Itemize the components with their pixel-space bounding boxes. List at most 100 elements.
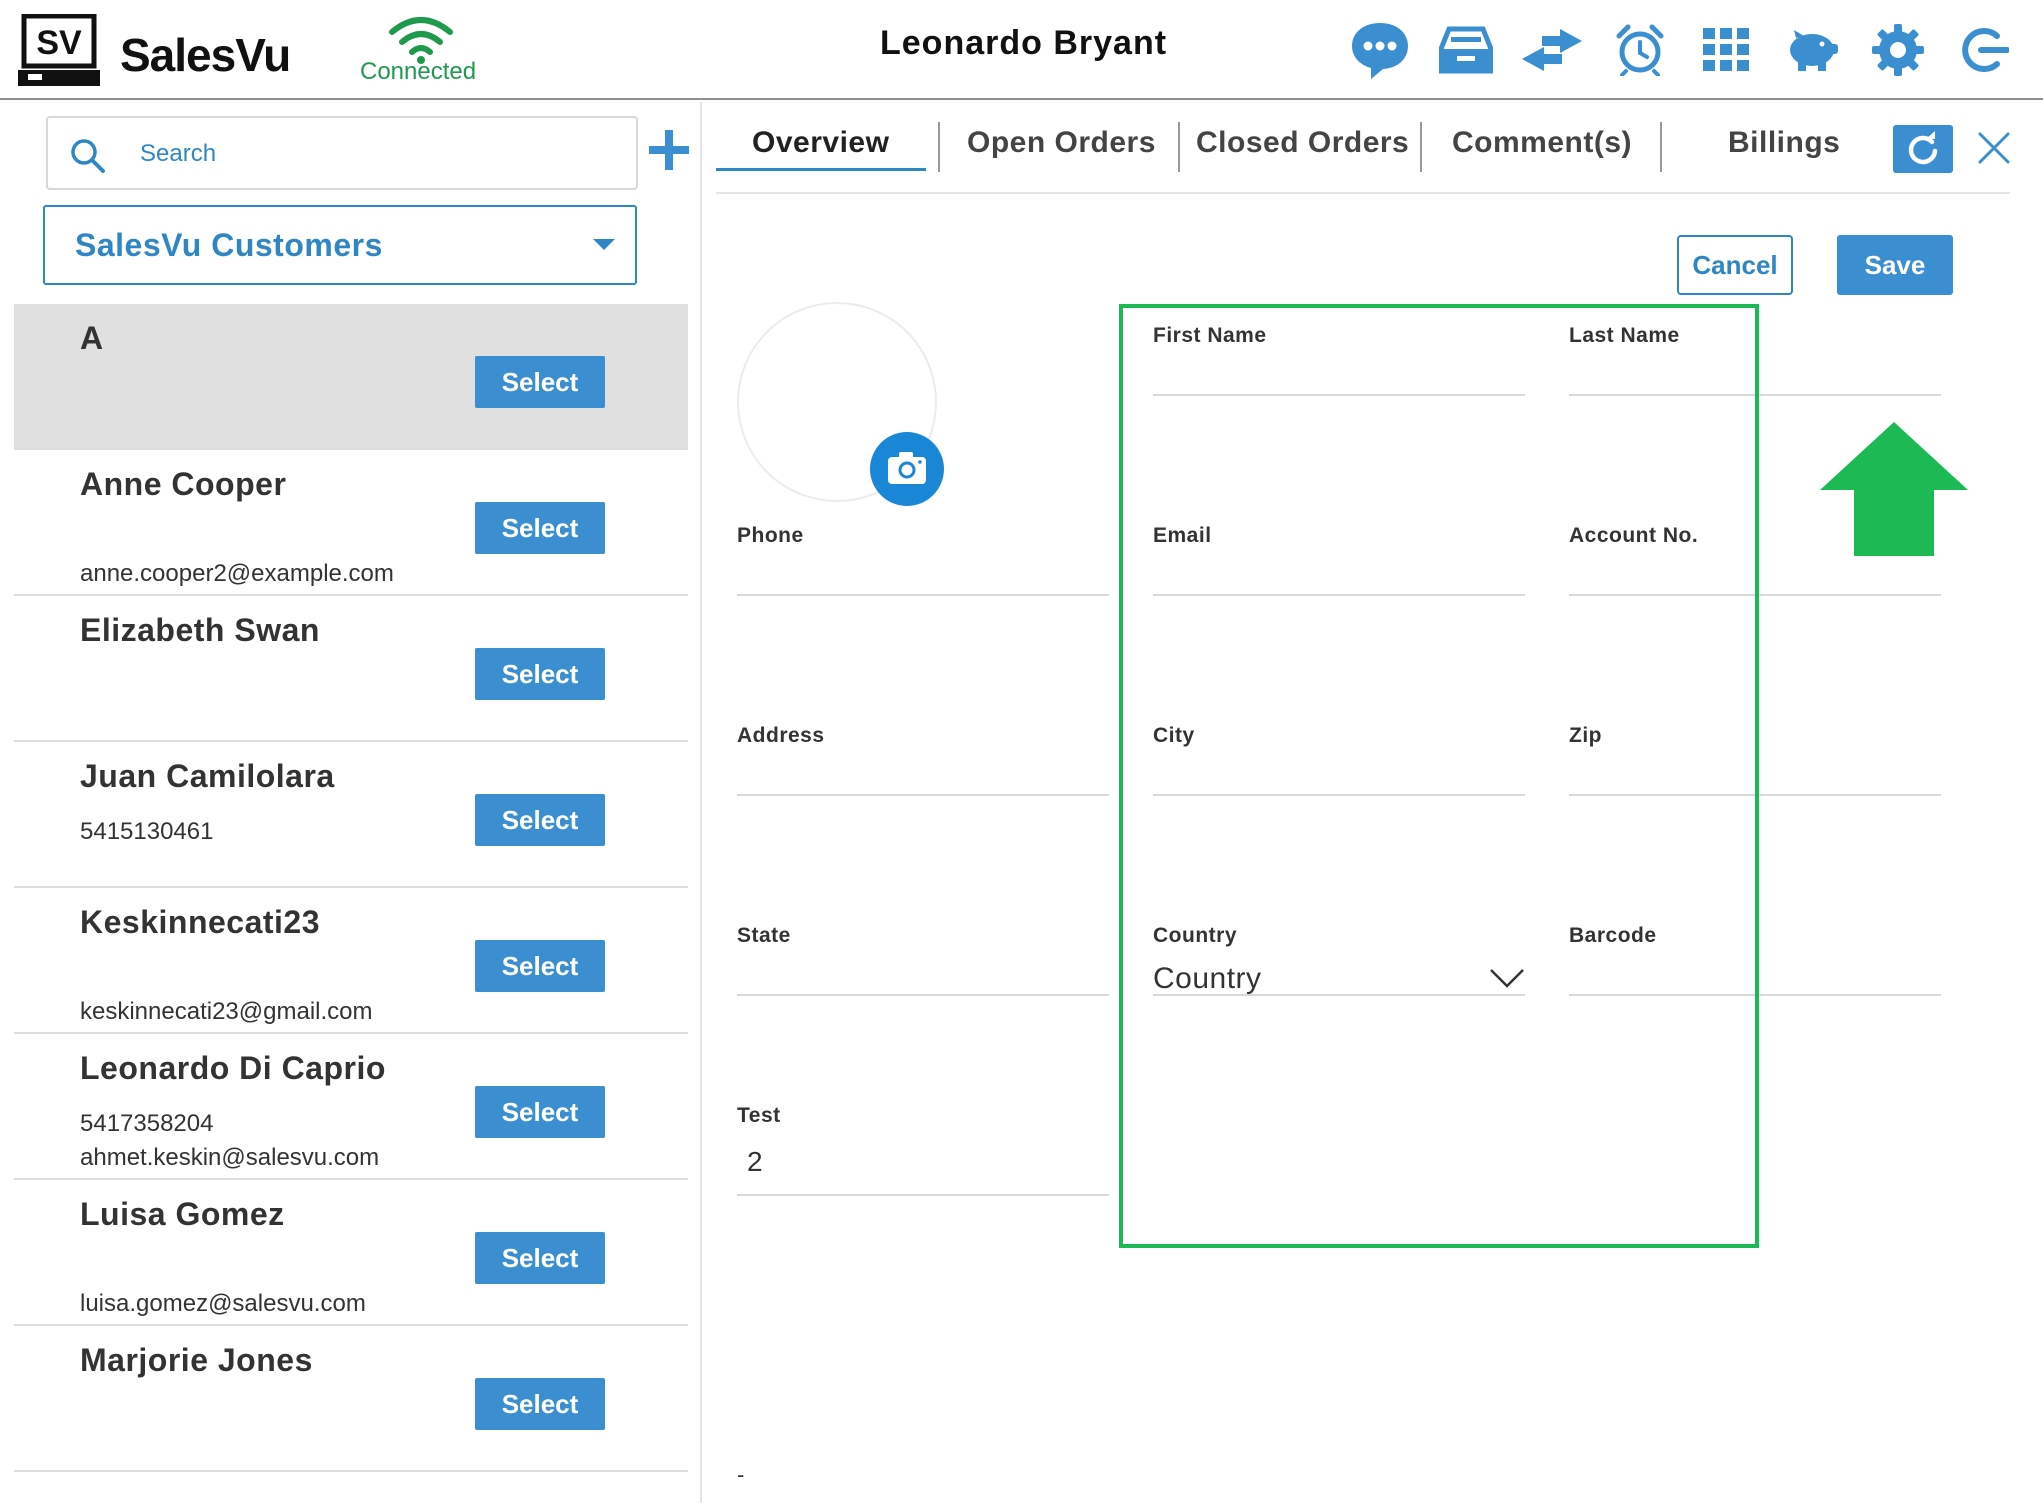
camera-icon [888, 452, 926, 484]
customer-row[interactable]: A Select [14, 304, 688, 450]
tab-comments[interactable]: Comment(s) [1452, 126, 1632, 160]
email-field[interactable]: Email [1153, 524, 1525, 596]
logout-button[interactable] [1952, 18, 2016, 82]
tab-bar: Overview Open Orders Closed Orders Comme… [716, 112, 2010, 194]
tab-separator [1660, 122, 1662, 172]
transfer-icon [1522, 29, 1582, 71]
customer-name: Keskinnecati23 [80, 904, 321, 940]
select-button[interactable]: Select [475, 1086, 605, 1138]
add-customer-button[interactable] [648, 124, 690, 176]
phone-label: Phone [737, 524, 804, 547]
account-no-label: Account No. [1569, 524, 1699, 547]
refresh-icon [1908, 131, 1938, 165]
select-button[interactable]: Select [475, 502, 605, 554]
app-header: SV SalesVu Connected Leonardo Bryant [0, 0, 2043, 100]
customer-row[interactable]: Anne Cooper anne.cooper2@example.com Sel… [14, 450, 688, 596]
zip-label: Zip [1569, 724, 1602, 747]
grid-icon [1703, 28, 1749, 71]
first-name-field[interactable]: First Name [1153, 324, 1525, 396]
salesvu-logo: SV [18, 14, 100, 86]
address-field[interactable]: Address [737, 724, 1109, 796]
customer-list: A Select Anne Cooper anne.cooper2@exampl… [14, 304, 688, 1472]
phone-field[interactable]: Phone [737, 524, 1109, 596]
connection-status: Connected [360, 58, 477, 85]
customer-name: A [80, 320, 104, 356]
logo-text: SV [36, 24, 82, 62]
select-button[interactable]: Select [475, 1378, 605, 1430]
state-field[interactable]: State [737, 924, 1109, 996]
search-box [46, 116, 638, 190]
select-button[interactable]: Select [475, 648, 605, 700]
logout-icon [1962, 28, 2009, 72]
tab-closed-orders[interactable]: Closed Orders [1196, 126, 1409, 160]
address-label: Address [737, 724, 825, 747]
first-name-label: First Name [1153, 324, 1267, 347]
test-value: 2 [747, 1146, 763, 1177]
transfer-button[interactable] [1520, 18, 1584, 82]
cancel-button[interactable]: Cancel [1677, 235, 1793, 295]
active-tab-indicator [716, 168, 926, 171]
tab-open-orders[interactable]: Open Orders [967, 126, 1156, 160]
customer-name: Leonardo Di Caprio [80, 1050, 386, 1086]
test-label: Test [737, 1104, 781, 1127]
search-icon [71, 139, 105, 173]
tab-billings[interactable]: Billings [1728, 126, 1840, 160]
customer-phone: 5417358204 [80, 1110, 214, 1137]
barcode-label: Barcode [1569, 924, 1657, 947]
customer-group-value: SalesVu Customers [75, 227, 383, 263]
arrow-up-icon [1820, 422, 1968, 556]
select-button[interactable]: Select [475, 1232, 605, 1284]
upload-photo-button[interactable] [870, 432, 944, 506]
select-button[interactable]: Select [475, 794, 605, 846]
tab-overview[interactable]: Overview [752, 126, 889, 160]
customer-row[interactable]: Juan Camilolara 5415130461 Select [14, 742, 688, 888]
drawer-button[interactable] [1434, 18, 1498, 82]
trailing-mark: - [737, 1462, 745, 1487]
customer-email: luisa.gomez@salesvu.com [80, 1290, 366, 1317]
customer-email: keskinnecati23@gmail.com [80, 998, 373, 1025]
customer-email: anne.cooper2@example.com [80, 560, 394, 587]
email-label: Email [1153, 524, 1212, 547]
test-field[interactable]: Test 2 [737, 1104, 1109, 1196]
drawer-icon [1439, 26, 1493, 74]
customer-row[interactable]: Elizabeth Swan Select [14, 596, 688, 742]
last-name-field[interactable]: Last Name [1569, 324, 1941, 396]
chevron-down-icon [1490, 969, 1524, 988]
chat-button[interactable] [1348, 18, 1412, 82]
country-label: Country [1153, 924, 1237, 947]
customer-row[interactable]: Marjorie Jones Select [14, 1326, 688, 1472]
alarm-button[interactable] [1608, 18, 1672, 82]
customer-name: Marjorie Jones [80, 1342, 313, 1378]
customer-phone: 5415130461 [80, 818, 214, 845]
customer-name: Juan Camilolara [80, 758, 335, 794]
customer-row[interactable]: Leonardo Di Caprio 5417358204 ahmet.kesk… [14, 1034, 688, 1180]
customer-name: Anne Cooper [80, 466, 287, 502]
caret-down-icon [593, 239, 615, 250]
city-label: City [1153, 724, 1195, 747]
settings-button[interactable] [1866, 18, 1930, 82]
gear-icon [1872, 24, 1924, 76]
search-input[interactable] [140, 132, 620, 176]
barcode-field[interactable]: Barcode [1569, 924, 1941, 996]
tab-separator [938, 122, 940, 172]
customer-row[interactable]: Keskinnecati23 keskinnecati23@gmail.com … [14, 888, 688, 1034]
alarm-clock-icon [1616, 24, 1664, 76]
refresh-button[interactable] [1893, 125, 1953, 173]
zip-field[interactable]: Zip [1569, 724, 1941, 796]
grid-button[interactable] [1694, 18, 1758, 82]
select-button[interactable]: Select [475, 940, 605, 992]
customer-group-select[interactable]: SalesVu Customers [43, 205, 637, 285]
piggy-bank-icon [1790, 30, 1838, 71]
chat-icon [1352, 23, 1408, 79]
page-title: Leonardo Bryant [880, 24, 1168, 62]
state-label: State [737, 924, 791, 947]
city-field[interactable]: City [1153, 724, 1525, 796]
savings-button[interactable] [1780, 18, 1844, 82]
save-button[interactable]: Save [1837, 235, 1953, 295]
customer-name: Elizabeth Swan [80, 612, 320, 648]
country-select[interactable]: Country Country [1153, 924, 1525, 996]
customer-row[interactable]: Luisa Gomez luisa.gomez@salesvu.com Sele… [14, 1180, 688, 1326]
close-icon[interactable] [1974, 128, 2014, 168]
select-button[interactable]: Select [475, 356, 605, 408]
wifi-icon [389, 17, 453, 64]
